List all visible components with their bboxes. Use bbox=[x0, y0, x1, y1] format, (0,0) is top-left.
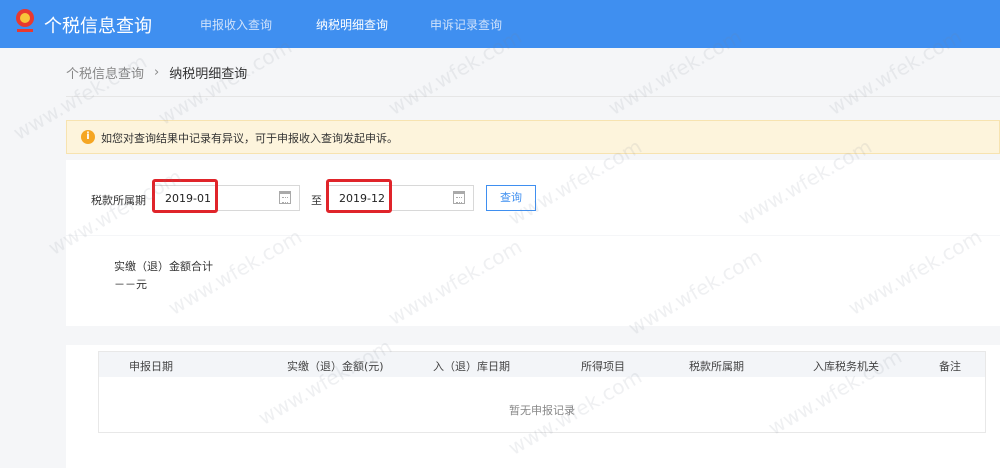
breadcrumb-parent[interactable]: 个税信息查询 bbox=[66, 63, 144, 82]
column-header: 税款所属期 bbox=[689, 360, 744, 373]
to-label: 至 bbox=[311, 194, 322, 207]
empty-state-text: 暂无申报记录 bbox=[509, 404, 575, 417]
watermark: www.wfek.com bbox=[154, 34, 296, 130]
nav-appeal-records[interactable]: 申诉记录查询 bbox=[430, 16, 502, 33]
total-label: 实缴（退）金额合计 bbox=[114, 260, 213, 273]
end-period-input[interactable]: 2019-12 bbox=[328, 185, 474, 211]
query-button[interactable]: 查询 bbox=[486, 185, 536, 211]
info-icon: i bbox=[81, 130, 95, 144]
period-label: 税款所属期 bbox=[91, 194, 146, 207]
tax-emblem-icon bbox=[16, 9, 34, 32]
calendar-icon[interactable] bbox=[279, 191, 291, 204]
notice-banner: i 如您对查询结果中记录有异议，可于申报收入查询发起申诉。 bbox=[66, 120, 1000, 154]
end-period-value: 2019-12 bbox=[339, 192, 385, 205]
summary-panel: 实缴（退）金额合计 －－元 bbox=[66, 236, 1000, 326]
top-nav-bar: 个税信息查询 申报收入查询 纳税明细查询 申诉记录查询 bbox=[0, 0, 1000, 48]
column-header: 备注 bbox=[939, 360, 961, 373]
calendar-icon[interactable] bbox=[453, 191, 465, 204]
records-panel: 申报日期 实缴（退）金额(元) 入（退）库日期 所得项目 税款所属期 入库税务机… bbox=[66, 345, 1000, 468]
column-header: 所得项目 bbox=[581, 360, 625, 373]
filter-panel: 税款所属期 2019-01 至 2019-12 查询 bbox=[66, 160, 1000, 235]
notice-text: 如您对查询结果中记录有异议，可于申报收入查询发起申诉。 bbox=[101, 132, 398, 145]
nav-declared-income[interactable]: 申报收入查询 bbox=[200, 16, 272, 33]
total-value: －－元 bbox=[114, 278, 147, 291]
records-table: 申报日期 实缴（退）金额(元) 入（退）库日期 所得项目 税款所属期 入库税务机… bbox=[98, 351, 986, 433]
nav-tax-details[interactable]: 纳税明细查询 bbox=[316, 16, 388, 33]
breadcrumb-current: 纳税明细查询 bbox=[169, 67, 248, 82]
breadcrumb-separator-icon: › bbox=[154, 65, 160, 80]
column-header: 实缴（退）金额(元) bbox=[287, 360, 384, 373]
divider bbox=[66, 96, 1000, 97]
column-header: 入库税务机关 bbox=[813, 360, 879, 373]
column-header: 入（退）库日期 bbox=[433, 360, 510, 373]
table-header: 申报日期 实缴（退）金额(元) 入（退）库日期 所得项目 税款所属期 入库税务机… bbox=[99, 352, 985, 377]
app-title: 个税信息查询 bbox=[44, 16, 152, 37]
start-period-input[interactable]: 2019-01 bbox=[154, 185, 300, 211]
start-period-value: 2019-01 bbox=[165, 192, 211, 205]
column-header: 申报日期 bbox=[129, 360, 173, 373]
breadcrumb: 个税信息查询 › 纳税明细查询 bbox=[66, 63, 247, 82]
